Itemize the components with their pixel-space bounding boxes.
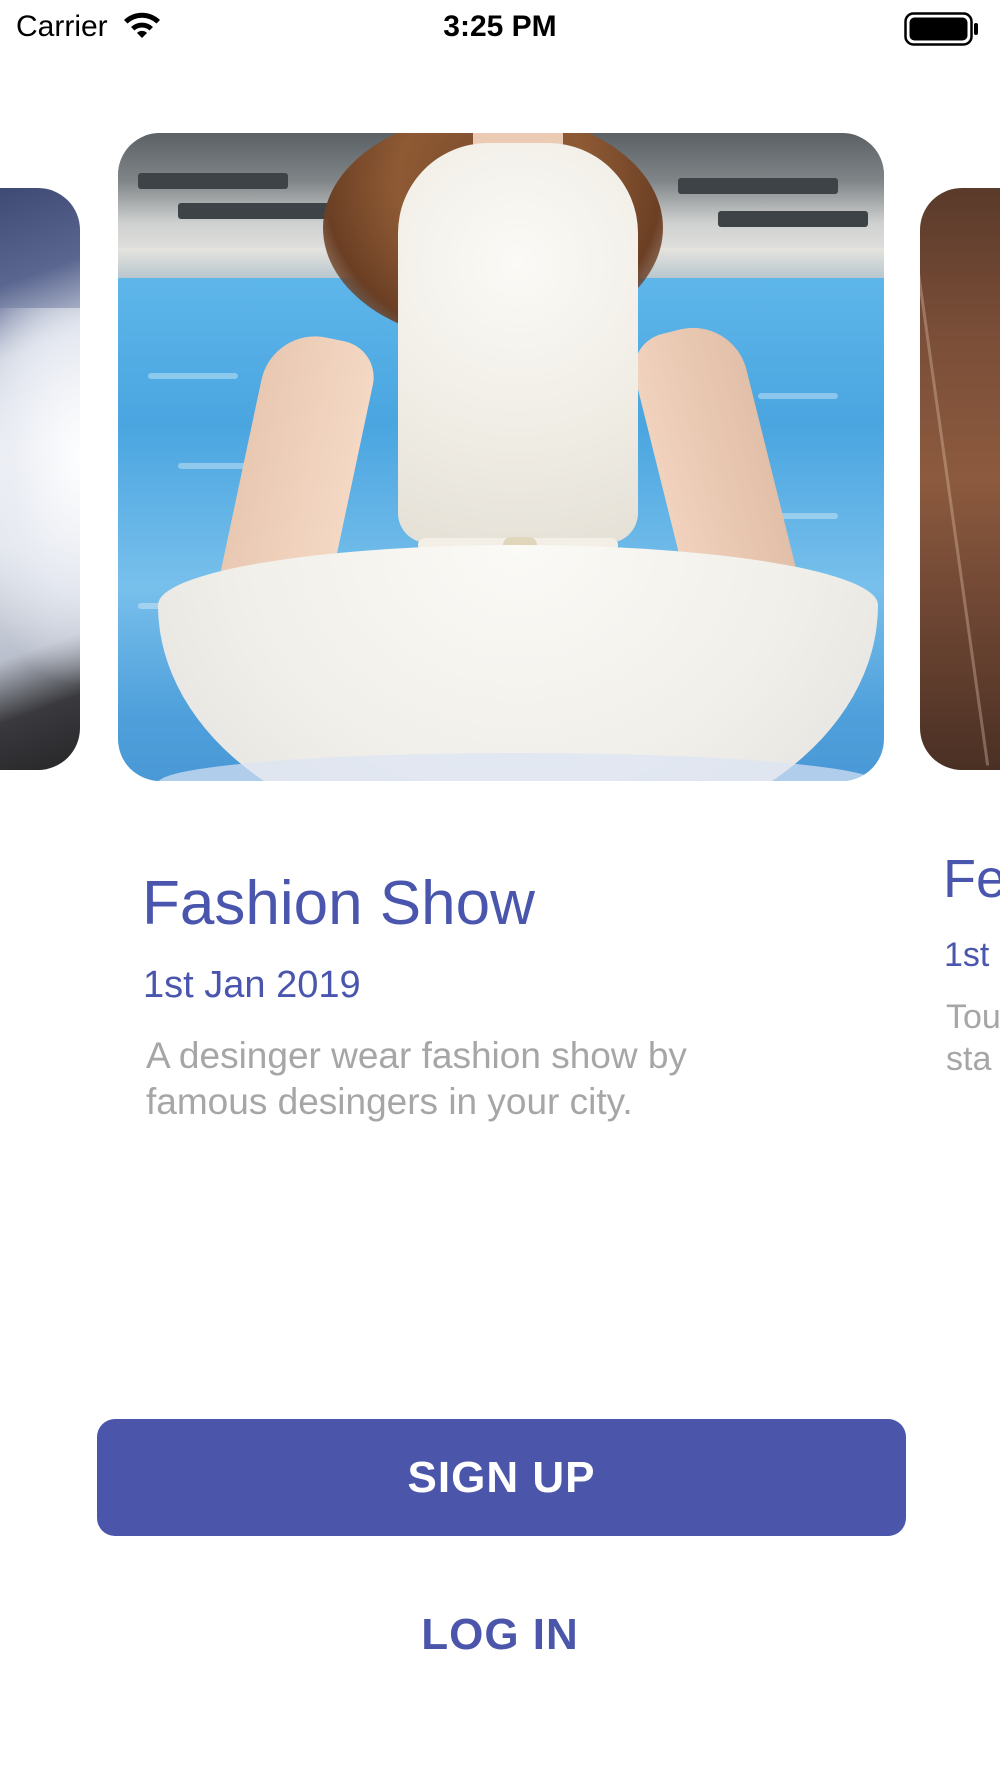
event-date: 1st Jan 2019 — [143, 964, 361, 1006]
event-description: A desinger wear fashion show by famous d… — [146, 1035, 687, 1122]
next-event-date: 1st — [944, 936, 990, 974]
next-event-title: Fe — [943, 849, 1000, 909]
next-event-description-line2: sta — [946, 1040, 992, 1078]
event-title: Fashion Show — [142, 869, 535, 938]
log-in-button[interactable]: LOG IN — [400, 1600, 600, 1670]
status-bar: Carrier 3:25 PM — [0, 0, 1000, 60]
status-time: 3:25 PM — [443, 10, 557, 43]
next-event-description-line1: Tou — [946, 998, 1000, 1036]
next-event-description: Tou sta — [946, 996, 1000, 1080]
carousel-card-previous[interactable] — [0, 188, 80, 770]
onboarding-screen: Carrier 3:25 PM Fashion Show 1st Jan 201… — [0, 0, 1000, 1778]
snowy-mountain-photo — [0, 308, 80, 688]
carousel-card-next[interactable] — [920, 188, 1000, 770]
sign-up-button[interactable]: SIGN UP — [97, 1419, 906, 1536]
battery-icon — [904, 12, 978, 46]
carousel-card-current[interactable] — [118, 133, 884, 781]
autumn-forest-photo — [920, 250, 990, 766]
